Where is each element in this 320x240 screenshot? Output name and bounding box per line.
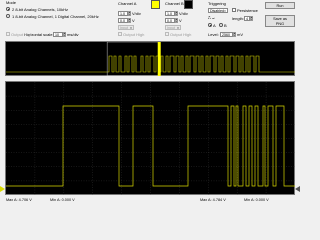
length-spinner[interactable]: ▴ ▾ (250, 16, 253, 21)
trigger-level-input[interactable]: 2560 (220, 32, 233, 37)
output-high-label-3: Output High (170, 31, 192, 37)
scope-trace (6, 82, 295, 195)
channel-b-offset-unit: V (179, 18, 182, 23)
chevron-down-icon: ▾ (224, 9, 226, 13)
rising-edge-icon[interactable]: ⎍ (208, 15, 211, 20)
horizontal-scale-spinner[interactable]: ▴ ▾ (63, 32, 66, 37)
mode-2x8bit-radio[interactable] (6, 7, 10, 11)
overview-panel[interactable] (5, 41, 295, 76)
trigger-level-spinner[interactable]: ▴ ▾ (233, 32, 236, 37)
channel-b-offset-spinner[interactable]: ▴ ▾ (175, 18, 178, 23)
channel-b-offset-input[interactable]: 0.0 (165, 18, 175, 23)
trigger-channel-a-radio[interactable] (208, 23, 212, 27)
horizontal-scale-unit: ms/div (67, 32, 79, 37)
channel-b-color-swatch[interactable] (184, 0, 193, 9)
channel-b-input-select[interactable]: Input ▾ (165, 25, 181, 30)
trigger-level-unit: mV (237, 32, 243, 37)
length-label: length: (232, 16, 245, 21)
trigger-edge-icons[interactable]: ⎍ ⏗ (208, 15, 224, 22)
channel-a-scale-unit: V/div (132, 11, 141, 16)
save-button-line1: Save as (273, 17, 287, 21)
channel-a-scale-input[interactable]: 1.0 (118, 11, 128, 16)
channel-a-offset-spinner[interactable]: ▴ ▾ (128, 18, 131, 23)
falling-edge-icon[interactable]: ⏗ (212, 15, 215, 20)
channel-b-level-marker-icon[interactable] (295, 186, 300, 192)
mode-option2-label[interactable]: 1 8-bit Analog Channel, 1 Digital Channe… (12, 14, 99, 19)
output-high-checkbox-2[interactable] (118, 32, 122, 36)
mode-1x8bit-digital-radio[interactable] (6, 14, 10, 18)
trigger-level-label: Level: (208, 32, 219, 37)
channel-a-scale-spinner[interactable]: ▴ ▾ (128, 11, 131, 16)
triggering-label: Triggering (208, 1, 226, 6)
channel-a-offset-input[interactable]: 0.0 (118, 18, 128, 23)
status-min-b: Min A: 0.000 V (244, 198, 269, 202)
persistence-label: Persistence (237, 7, 258, 13)
trigger-channel-b-radio[interactable] (219, 23, 223, 27)
channel-a-color-swatch[interactable] (151, 0, 160, 9)
channel-a-offset-unit: V (132, 18, 135, 23)
run-button[interactable]: Run (265, 2, 295, 9)
trigger-channel-b-label[interactable]: B (224, 23, 227, 28)
channel-b-scale-input[interactable]: 1.0 (165, 11, 175, 16)
channel-b-input-value: Input (167, 26, 175, 30)
output-high-label-2: Output High (123, 31, 145, 37)
mode-label: Mode (6, 0, 17, 5)
output-high-label-1: Output High (11, 31, 33, 37)
channel-b-scale-unit: V/div (179, 11, 188, 16)
channel-b-scale-spinner[interactable]: ▴ ▾ (175, 11, 178, 16)
channel-a-input-value: Input (120, 26, 128, 30)
channel-b-label: Channel B (165, 1, 184, 6)
channel-a-input-select[interactable]: Input ▾ (118, 25, 134, 30)
channel-a-label: Channel A (118, 1, 137, 6)
chevron-down-icon: ▾ (130, 26, 132, 30)
persistence-checkbox[interactable] (232, 8, 236, 12)
trigger-channel-a-label[interactable]: A (213, 23, 216, 28)
status-max-a: Max A: 4.706 V (6, 198, 32, 202)
trigger-level-marker-icon[interactable] (0, 186, 5, 192)
trigger-mode-select[interactable]: Disabled ▾ (208, 8, 228, 13)
scope-display[interactable] (5, 81, 295, 195)
mode-option1-label[interactable]: 2 8-bit Analog Channels, 10kHz (12, 7, 68, 12)
status-max-b: Max A: 4.784 V (200, 198, 226, 202)
output-high-checkbox-3[interactable] (165, 32, 169, 36)
overview-trace (6, 42, 295, 76)
save-button-line2: PNG (275, 21, 285, 26)
status-min-a: Min A: 0.000 V (50, 198, 75, 202)
horizontal-scale-input[interactable]: 10 (53, 32, 63, 37)
chevron-down-icon: ▾ (177, 26, 179, 30)
trigger-mode-value: Disabled (210, 9, 224, 13)
output-high-checkbox-1[interactable] (6, 32, 10, 36)
save-png-button[interactable]: Save as PNG (265, 15, 295, 27)
